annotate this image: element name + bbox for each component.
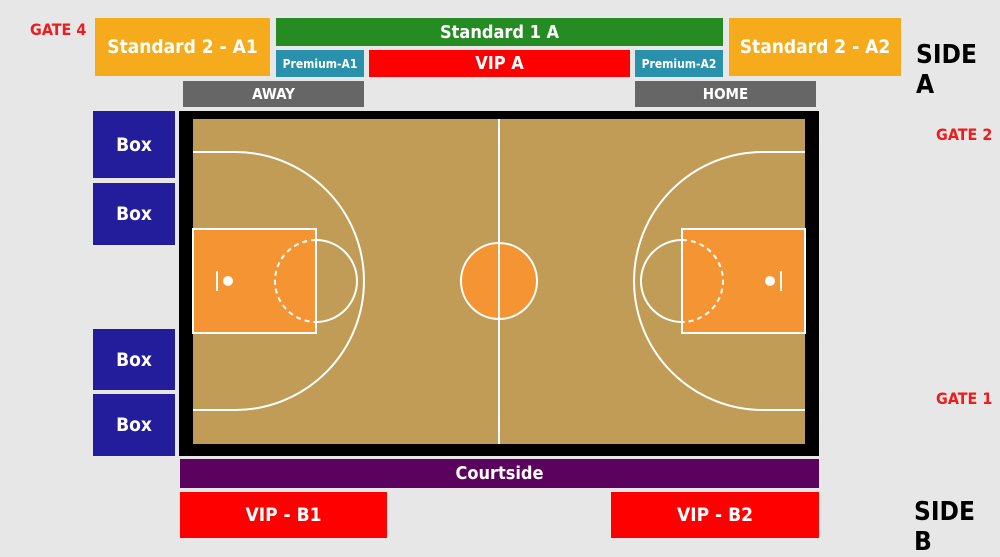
section-standard-2-a1[interactable]: Standard 2 - A1	[95, 18, 270, 76]
section-box-4[interactable]: Box	[93, 394, 175, 456]
section-home[interactable]: HOME	[635, 81, 816, 107]
left-hoop	[223, 276, 233, 286]
section-standard-1-a[interactable]: Standard 1 A	[276, 18, 723, 46]
right-hoop	[765, 276, 775, 286]
section-vip-b2[interactable]: VIP - B2	[611, 492, 819, 538]
section-box-2[interactable]: Box	[93, 183, 175, 245]
gate-1-label: GATE 1	[936, 389, 993, 408]
side-b-label: SIDE B	[914, 497, 975, 557]
section-courtside[interactable]: Courtside	[180, 459, 819, 488]
section-vip-a[interactable]: VIP A	[369, 50, 630, 77]
section-vip-b1[interactable]: VIP - B1	[180, 492, 387, 538]
section-standard-2-a2[interactable]: Standard 2 - A2	[729, 18, 901, 76]
basketball-court	[179, 111, 819, 456]
section-box-1[interactable]: Box	[93, 111, 175, 178]
section-away[interactable]: AWAY	[183, 81, 364, 107]
gate-2-label: GATE 2	[936, 125, 993, 144]
gate-4-label: GATE 4	[30, 20, 87, 39]
section-box-3[interactable]: Box	[93, 329, 175, 390]
side-a-label: SIDE A	[916, 40, 977, 100]
section-premium-a1[interactable]: Premium-A1	[276, 50, 364, 77]
court-diagram	[192, 119, 806, 444]
section-premium-a2[interactable]: Premium-A2	[635, 50, 723, 77]
